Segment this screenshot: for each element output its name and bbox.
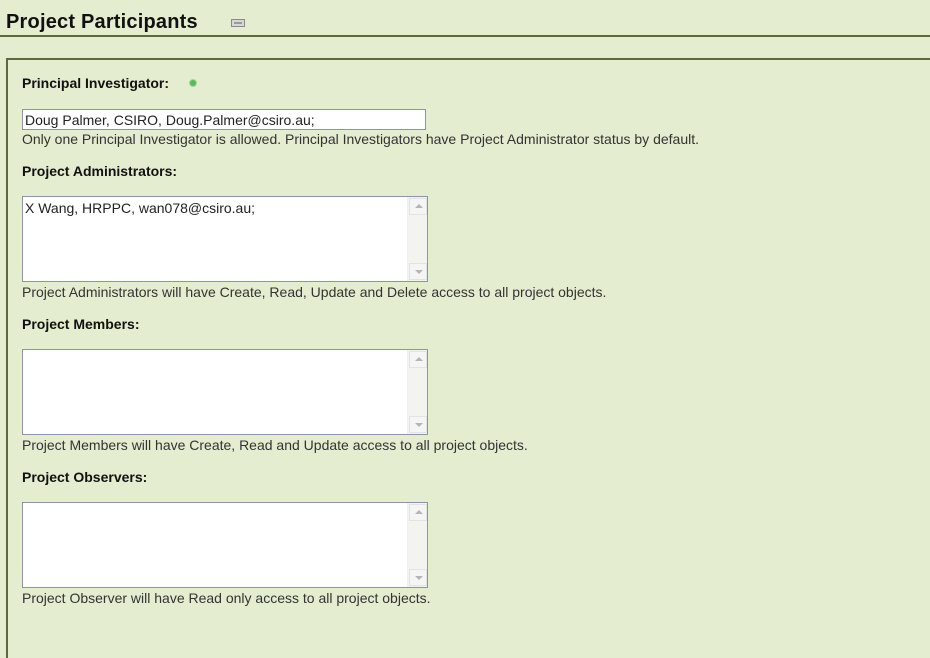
administrators-textarea-value: X Wang, HRPPC, wan078@csiro.au;	[25, 200, 256, 216]
scroll-up-arrow-icon[interactable]	[409, 504, 427, 521]
observers-hint: Project Observer will have Read only acc…	[22, 590, 431, 606]
members-textarea[interactable]	[22, 349, 428, 435]
administrators-label: Project Administrators:	[22, 163, 178, 179]
members-scrollbar[interactable]	[407, 350, 427, 434]
administrators-textarea[interactable]: X Wang, HRPPC, wan078@csiro.au;	[22, 196, 428, 282]
scroll-down-arrow-icon[interactable]	[409, 263, 427, 280]
members-label: Project Members:	[22, 316, 140, 332]
required-dot-icon	[190, 80, 196, 86]
principal-investigator-label: Principal Investigator:	[22, 75, 170, 91]
principal-investigator-hint: Only one Principal Investigator is allow…	[22, 131, 699, 147]
administrators-scrollbar[interactable]	[407, 197, 427, 281]
collapse-icon[interactable]	[231, 19, 245, 27]
administrators-hint: Project Administrators will have Create,…	[22, 284, 607, 300]
page-title: Project Participants	[6, 11, 198, 33]
page-header: Project Participants	[0, 0, 930, 37]
scroll-down-arrow-icon[interactable]	[409, 569, 427, 586]
observers-scrollbar[interactable]	[407, 503, 427, 587]
members-hint: Project Members will have Create, Read a…	[22, 437, 528, 453]
principal-investigator-input[interactable]	[22, 109, 426, 130]
scroll-down-arrow-icon[interactable]	[409, 416, 427, 433]
observers-label: Project Observers:	[22, 469, 148, 485]
scroll-up-arrow-icon[interactable]	[409, 351, 427, 368]
observers-textarea[interactable]	[22, 502, 428, 588]
scroll-up-arrow-icon[interactable]	[409, 198, 427, 215]
